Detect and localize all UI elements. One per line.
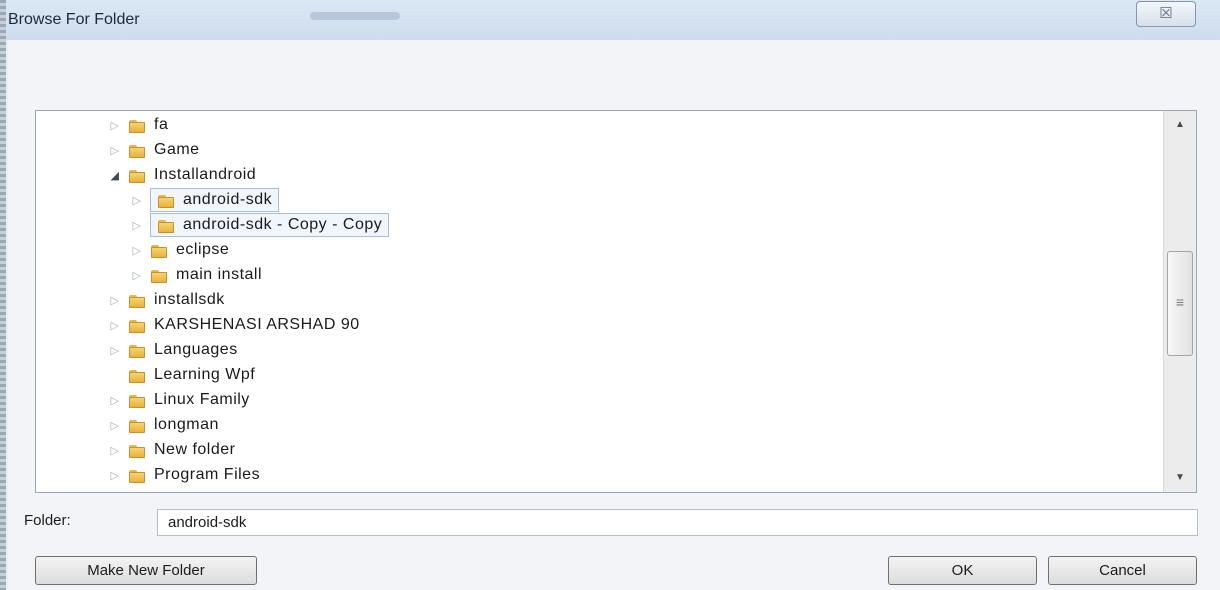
folder-icon	[150, 268, 168, 283]
folder-icon	[128, 418, 146, 433]
folder-icon	[128, 168, 146, 183]
tree-item-content[interactable]: KARSHENASI ARSHAD 90	[128, 314, 367, 336]
title-smudge	[310, 12, 400, 20]
tree-item[interactable]: ▷ KARSHENASI ARSHAD 90	[108, 313, 367, 337]
folder-name-input[interactable]	[157, 509, 1198, 536]
folder-icon	[157, 193, 175, 208]
tree-item[interactable]: Learning Wpf	[108, 363, 262, 387]
folder-icon	[128, 318, 146, 333]
ok-button[interactable]: OK	[888, 556, 1037, 585]
collapsed-arrow-icon[interactable]: ▷	[108, 419, 122, 432]
scroll-thumb[interactable]: ≡	[1167, 251, 1193, 356]
folder-icon	[128, 143, 146, 158]
folder-icon	[128, 118, 146, 133]
tree-item[interactable]: ▷ Game	[108, 138, 207, 162]
tree-item[interactable]: ▷ fa	[108, 113, 175, 137]
tree-item[interactable]: ▷ android-sdk - Copy - Copy	[130, 213, 390, 237]
folder-icon	[128, 393, 146, 408]
tree-item-label: longman	[154, 416, 219, 433]
tree-item[interactable]: ▷ Linux Family	[108, 388, 257, 412]
tree-item[interactable]: ◢ Installandroid	[108, 163, 263, 187]
collapsed-arrow-icon[interactable]: ▷	[108, 394, 122, 407]
folder-icon	[128, 343, 146, 358]
scroll-down-button[interactable]: ▼	[1164, 466, 1196, 490]
collapsed-arrow-icon[interactable]: ▷	[108, 344, 122, 357]
tree-item-content[interactable]: android-sdk	[150, 188, 280, 212]
folder-icon	[150, 243, 168, 258]
folder-icon	[157, 218, 175, 233]
collapsed-arrow-icon[interactable]: ▷	[130, 219, 144, 232]
tree-item-label: Linux Family	[154, 391, 250, 408]
tree-item-label: Installandroid	[154, 166, 257, 183]
tree-item-label: Game	[154, 141, 200, 158]
tree-item-label: Languages	[154, 341, 238, 358]
window-edge	[0, 0, 6, 590]
tree-item-content[interactable]: fa	[128, 114, 175, 136]
tree-item[interactable]: ▷ New folder	[108, 438, 242, 462]
tree-item[interactable]: ▷ longman	[108, 413, 226, 437]
collapsed-arrow-icon[interactable]: ▷	[130, 194, 144, 207]
make-new-folder-button[interactable]: Make New Folder	[35, 556, 257, 585]
tree-item-label: eclipse	[176, 241, 230, 258]
tree-item-content[interactable]: New folder	[128, 439, 242, 461]
folder-icon	[128, 468, 146, 483]
tree-item-content[interactable]: Languages	[128, 339, 245, 361]
collapsed-arrow-icon[interactable]: ▷	[108, 294, 122, 307]
tree-item-label: KARSHENASI ARSHAD 90	[154, 316, 360, 333]
collapsed-arrow-icon[interactable]: ▷	[108, 469, 122, 482]
tree-item-label: Learning Wpf	[154, 366, 256, 383]
collapsed-arrow-icon[interactable]: ▷	[130, 269, 144, 282]
tree-item-content[interactable]: android-sdk - Copy - Copy	[150, 213, 390, 237]
collapsed-arrow-icon[interactable]: ▷	[108, 144, 122, 157]
tree-item-label: android-sdk - Copy - Copy	[183, 216, 383, 233]
tree-item-content[interactable]: installsdk	[128, 289, 232, 311]
tree-item-content[interactable]: Game	[128, 139, 207, 161]
cancel-button[interactable]: Cancel	[1048, 556, 1197, 585]
folder-tree[interactable]: ▷ fa ▷ Game ◢ Installandroid ▷ android-sdk ▷ andr…	[35, 110, 1197, 493]
collapsed-arrow-icon[interactable]: ▷	[108, 444, 122, 457]
tree-item[interactable]: ▷ installsdk	[108, 288, 232, 312]
tree-item[interactable]: ▷ Program Files	[108, 463, 267, 487]
tree-item-content[interactable]: eclipse	[150, 239, 236, 261]
tree-item-content[interactable]: Linux Family	[128, 389, 257, 411]
tree-item-content[interactable]: Installandroid	[128, 164, 263, 186]
window-title: Browse For Folder	[8, 11, 140, 28]
scroll-up-button[interactable]: ▲	[1164, 113, 1196, 137]
tree-item[interactable]: ▷ eclipse	[130, 238, 236, 262]
tree-scrollbar[interactable]: ▲ ≡ ▼	[1163, 111, 1196, 492]
tree-item[interactable]: ▷ android-sdk	[130, 188, 280, 212]
tree-item-content[interactable]: Learning Wpf	[128, 364, 262, 386]
expanded-arrow-icon[interactable]: ◢	[108, 169, 122, 182]
folder-icon	[128, 293, 146, 308]
tree-item-label: installsdk	[154, 291, 225, 308]
tree-item-label: fa	[154, 116, 169, 133]
tree-item-label: New folder	[154, 441, 236, 458]
tree-item[interactable]: ▷ main install	[130, 263, 269, 287]
collapsed-arrow-icon[interactable]: ▷	[130, 244, 144, 257]
tree-item[interactable]: ▷ Languages	[108, 338, 245, 362]
folder-icon	[128, 368, 146, 383]
title-bar[interactable]: Browse For Folder ☒	[0, 0, 1220, 40]
browse-for-folder-dialog: Browse For Folder ☒ ▷ fa ▷ Game ◢ Installandr…	[0, 0, 1220, 590]
collapsed-arrow-icon[interactable]: ▷	[108, 119, 122, 132]
tree-item-content[interactable]: Program Files	[128, 464, 267, 486]
folder-label: Folder:	[24, 512, 71, 529]
tree-item-label: android-sdk	[183, 191, 273, 208]
tree-item-label: main install	[176, 266, 263, 283]
tree-item-content[interactable]: main install	[150, 264, 269, 286]
folder-icon	[128, 443, 146, 458]
tree-item-content[interactable]: longman	[128, 414, 226, 436]
tree-item-label: Program Files	[154, 466, 261, 483]
close-button[interactable]: ☒	[1136, 1, 1196, 27]
collapsed-arrow-icon[interactable]: ▷	[108, 319, 122, 332]
